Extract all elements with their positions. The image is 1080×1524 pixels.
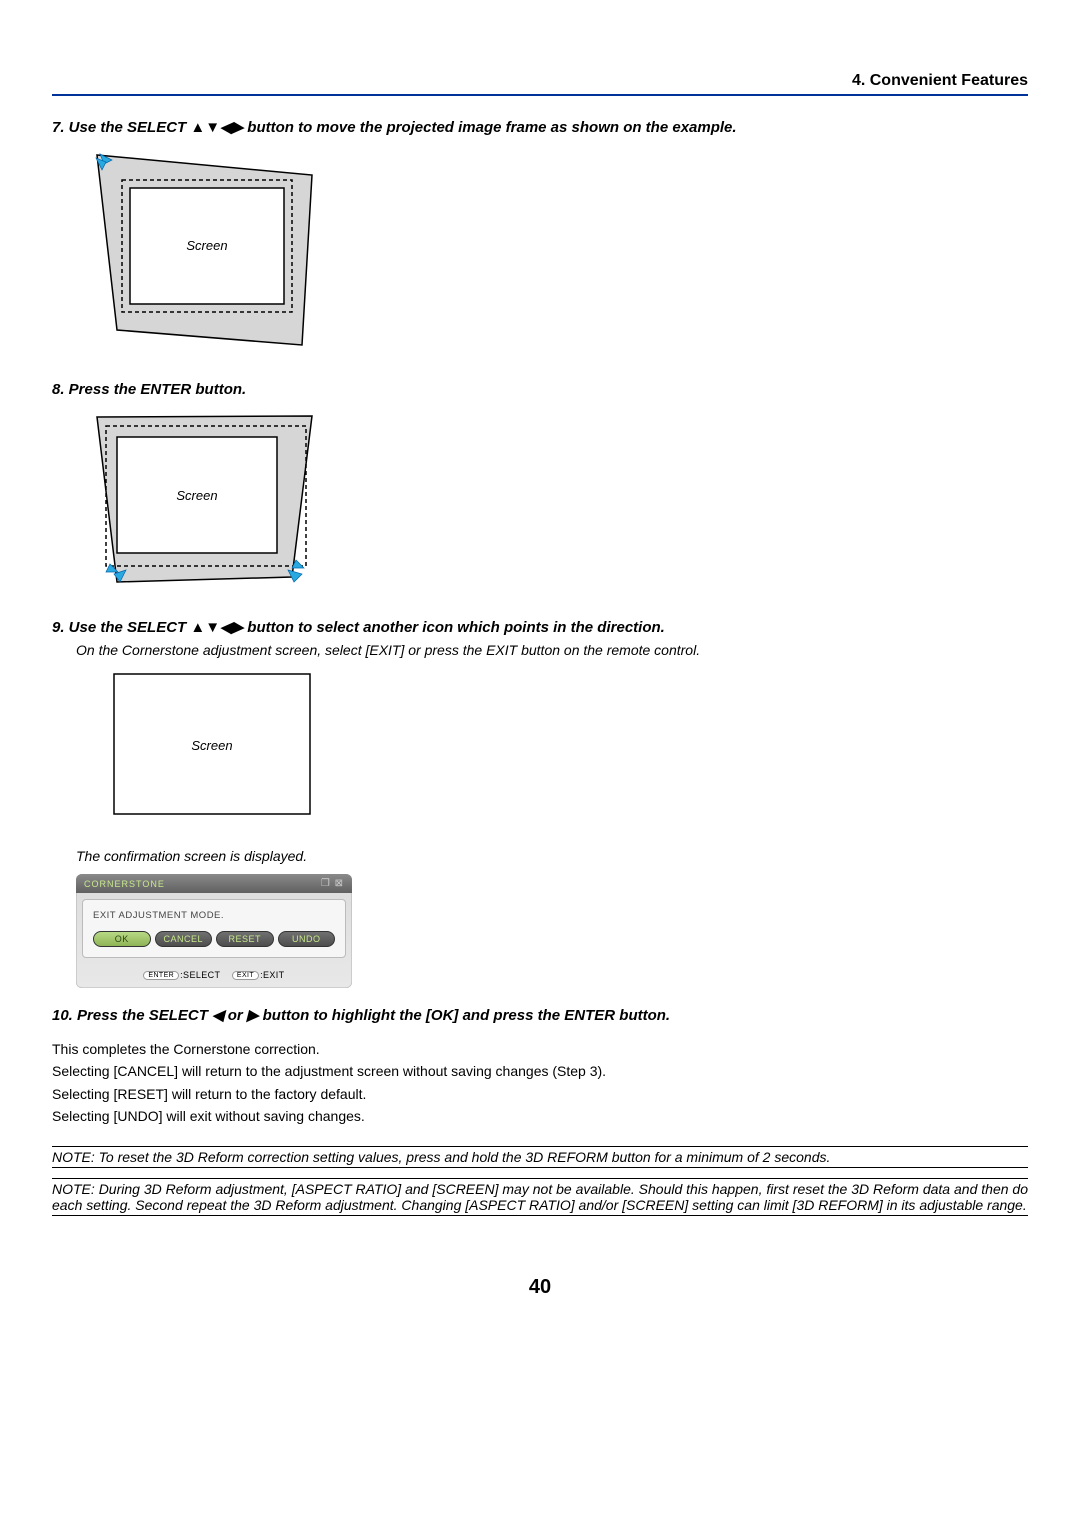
figure-step7: Screen: [92, 150, 1028, 353]
reset-button[interactable]: RESET: [216, 931, 274, 947]
confirmation-dialog: CORNERSTONE ❐ ⊠ EXIT ADJUSTMENT MODE. OK…: [76, 874, 352, 988]
dialog-titlebar-icons: ❐ ⊠: [321, 878, 344, 889]
figure-step9: Screen: [112, 672, 1028, 820]
dialog-footer: ENTER:SELECT EXIT:EXIT: [76, 964, 352, 988]
screen-label: Screen: [176, 488, 217, 503]
dialog-message: EXIT ADJUSTMENT MODE.: [93, 910, 335, 921]
body-line-3: Selecting [RESET] will return to the fac…: [52, 1083, 1028, 1105]
dialog-body: EXIT ADJUSTMENT MODE. OK CANCEL RESET UN…: [82, 899, 346, 958]
screen-label: Screen: [191, 738, 232, 753]
dialog-titlebar: CORNERSTONE ❐ ⊠: [76, 874, 352, 893]
page-number: 40: [52, 1276, 1028, 1299]
step-7: 7. Use the SELECT ▲▼◀▶ button to move th…: [52, 118, 1028, 136]
body-line-2: Selecting [CANCEL] will return to the ad…: [52, 1060, 1028, 1082]
step-9: 9. Use the SELECT ▲▼◀▶ button to select …: [52, 618, 1028, 636]
exit-label: :EXIT: [260, 970, 285, 980]
dialog-buttons: OK CANCEL RESET UNDO: [93, 931, 335, 947]
step-9-sub: On the Cornerstone adjustment screen, se…: [76, 642, 1028, 658]
exit-key-icon: EXIT: [232, 971, 259, 980]
body-line-1: This completes the Cornerstone correctio…: [52, 1038, 1028, 1060]
ok-button[interactable]: OK: [93, 931, 151, 947]
step-7-text: 7. Use the SELECT ▲▼◀▶ button to move th…: [52, 119, 737, 136]
step-10-text: 10. Press the SELECT ◀ or ▶ button to hi…: [52, 1007, 670, 1024]
step-8: 8. Press the ENTER button.: [52, 381, 1028, 398]
step-9-after: The confirmation screen is displayed.: [76, 848, 1028, 864]
step-9-text: 9. Use the SELECT ▲▼◀▶ button to select …: [52, 619, 665, 636]
enter-label: :SELECT: [180, 970, 220, 980]
dialog-title: CORNERSTONE: [84, 879, 165, 889]
undo-button[interactable]: UNDO: [278, 931, 336, 947]
screen-label: Screen: [186, 238, 227, 253]
enter-key-icon: ENTER: [143, 971, 179, 980]
note-2: NOTE: During 3D Reform adjustment, [ASPE…: [52, 1178, 1028, 1216]
step-10: 10. Press the SELECT ◀ or ▶ button to hi…: [52, 1006, 1028, 1024]
chapter-header: 4. Convenient Features: [52, 72, 1028, 96]
body-line-4: Selecting [UNDO] will exit without savin…: [52, 1105, 1028, 1127]
body-text: This completes the Cornerstone correctio…: [52, 1038, 1028, 1128]
figure-step8: Screen: [92, 412, 1028, 590]
cancel-button[interactable]: CANCEL: [155, 931, 213, 947]
note-1: NOTE: To reset the 3D Reform correction …: [52, 1146, 1028, 1168]
